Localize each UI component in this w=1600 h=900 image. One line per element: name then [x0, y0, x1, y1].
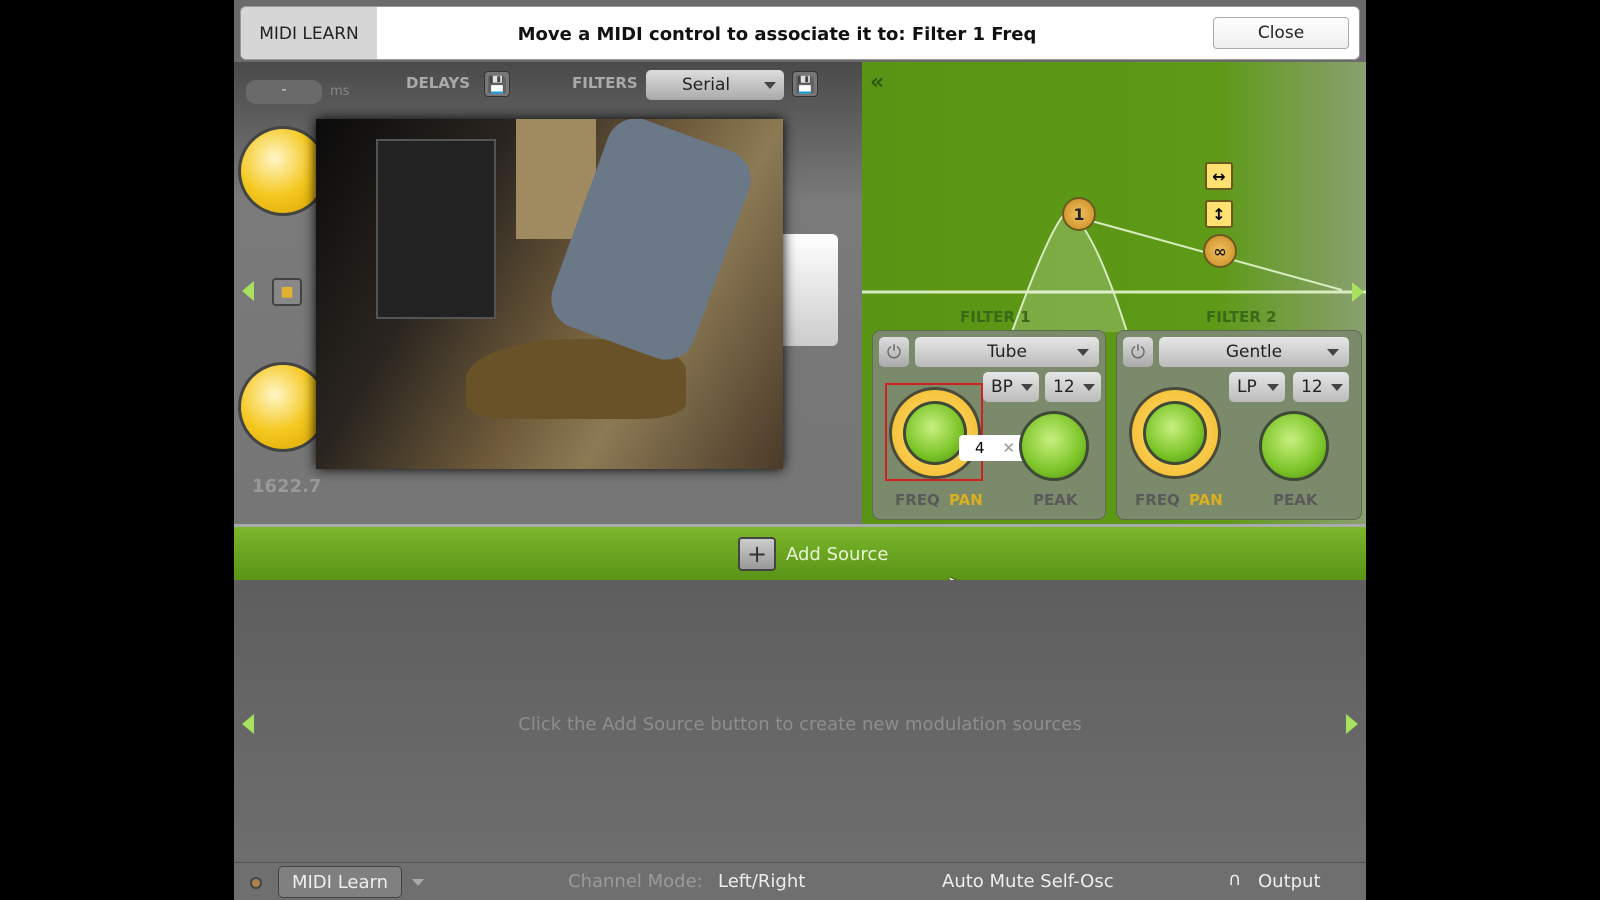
video-overlay: [316, 119, 783, 469]
chevron-down-icon: [1077, 349, 1089, 356]
channel-mode-label: Channel Mode:: [568, 871, 703, 892]
channel-mode-value[interactable]: Left/Right: [718, 871, 805, 892]
filters-save-icon[interactable]: 💾: [792, 71, 818, 97]
rack-gear-image: [376, 139, 496, 319]
chevron-down-icon: [1083, 384, 1095, 391]
filter-1-slope: 12: [1053, 377, 1075, 397]
filter-1-peak-knob[interactable]: [1019, 411, 1089, 481]
remove-icon[interactable]: ✕: [1003, 439, 1016, 457]
delay-time-knob[interactable]: [238, 126, 328, 216]
link-icon[interactable]: ∞: [1203, 234, 1237, 268]
arrow-right-icon[interactable]: [1352, 282, 1364, 302]
midi-learn-highlight: [885, 383, 983, 481]
add-source-bar: + Add Source ➤: [234, 524, 1366, 602]
filter-2-title: FILTER 2: [1206, 308, 1277, 326]
chevron-down-icon: [1267, 384, 1279, 391]
filter-node-1[interactable]: 1: [1062, 197, 1096, 231]
output-button[interactable]: Output: [1258, 871, 1321, 892]
filter-2-freq-knob[interactable]: [1143, 401, 1207, 465]
lock-icon[interactable]: ■: [272, 278, 302, 306]
filter-routing-dropdown[interactable]: Serial: [646, 70, 784, 100]
arrow-right-icon[interactable]: [1346, 714, 1358, 734]
filter-2-panel: ⏻ Gentle LP 12 FREQ PAN PEAK: [1116, 330, 1362, 520]
midi-learn-bar: MIDI LEARN Move a MIDI control to associ…: [240, 6, 1360, 60]
plugin-window: MIDI LEARN Move a MIDI control to associ…: [234, 0, 1366, 900]
close-button[interactable]: Close: [1213, 17, 1349, 49]
filter-2-model: Gentle: [1225, 342, 1283, 362]
chevron-down-icon: [1327, 349, 1339, 356]
empty-hint: Click the Add Source button to create ne…: [518, 714, 1082, 735]
delays-save-icon[interactable]: 💾: [484, 71, 510, 97]
filter-2-type-dropdown[interactable]: LP: [1229, 372, 1285, 402]
auto-mute-toggle[interactable]: Auto Mute Self-Osc: [942, 871, 1114, 892]
filter-1-model-dropdown[interactable]: Tube: [915, 337, 1099, 367]
filter-2-pan-label: PAN: [1189, 491, 1223, 509]
value-readout: 1622.7: [252, 476, 322, 497]
filter-1-slope-dropdown[interactable]: 12: [1045, 372, 1101, 402]
filter-graph[interactable]: « 1 ↔ ↕ ∞ FILTER 1 FILTER 2 ⏻ Tube BP 12…: [862, 62, 1366, 524]
add-source-label: Add Source: [786, 543, 889, 565]
midi-indicator-icon: [250, 877, 262, 889]
panel-tab: [774, 234, 838, 346]
filter-1-peak-label: PEAK: [1033, 491, 1078, 509]
filter-1-power-icon[interactable]: ⏻: [879, 337, 909, 367]
filter-2-model-dropdown[interactable]: Gentle: [1159, 337, 1349, 367]
filter-2-slope: 12: [1301, 377, 1323, 397]
arrow-left-icon[interactable]: [242, 281, 254, 301]
chevron-down-icon: [1331, 384, 1343, 391]
filter-2-freq-label: FREQ: [1135, 491, 1180, 509]
headphones-icon: ∩: [1228, 869, 1242, 890]
delay-feedback-knob[interactable]: [238, 362, 328, 452]
filter-1-title: FILTER 1: [960, 308, 1031, 326]
chevron-down-icon: [764, 82, 776, 89]
chevron-down-icon: [1021, 384, 1033, 391]
midi-cc-number: 4: [975, 439, 985, 457]
filter-2-peak-knob[interactable]: [1259, 411, 1329, 481]
filter-1-type: BP: [991, 377, 1013, 397]
filter-1-pan-label: PAN: [949, 491, 983, 509]
modulation-area: Click the Add Source button to create ne…: [234, 580, 1366, 862]
add-source-button[interactable]: + Add Source: [738, 537, 888, 571]
filter-curve: [862, 210, 1366, 332]
midi-learn-tag: MIDI LEARN: [241, 7, 377, 59]
status-bar: MIDI Learn Channel Mode: Left/Right Auto…: [234, 862, 1366, 900]
time-field[interactable]: -: [246, 80, 322, 104]
midi-learn-message: Move a MIDI control to associate it to: …: [517, 23, 1037, 45]
chevron-down-icon[interactable]: [412, 879, 424, 886]
delay-panel: - ms DELAYS 💾 FILTERS Serial 💾 ■ 1622.7: [234, 62, 862, 524]
vertical-arrows-icon[interactable]: ↕: [1205, 200, 1233, 228]
filter-2-power-icon[interactable]: ⏻: [1123, 337, 1153, 367]
filter-routing-value: Serial: [682, 75, 731, 95]
horizontal-arrows-icon[interactable]: ↔: [1205, 162, 1233, 190]
filter-2-peak-label: PEAK: [1273, 491, 1318, 509]
filters-label: FILTERS: [572, 74, 638, 92]
filter-2-type: LP: [1237, 377, 1257, 397]
filter-1-model: Tube: [987, 342, 1027, 362]
filter-1-type-dropdown[interactable]: BP: [983, 372, 1039, 402]
time-unit: ms: [330, 84, 350, 99]
midi-learn-button[interactable]: MIDI Learn: [278, 866, 402, 898]
filter-1-freq-label: FREQ: [895, 491, 940, 509]
filter-1-panel: ⏻ Tube BP 12 4 ✕ FREQ PAN PEAK: [872, 330, 1106, 520]
delays-label: DELAYS: [406, 74, 471, 92]
plus-icon: +: [738, 537, 776, 571]
filter-2-slope-dropdown[interactable]: 12: [1293, 372, 1349, 402]
